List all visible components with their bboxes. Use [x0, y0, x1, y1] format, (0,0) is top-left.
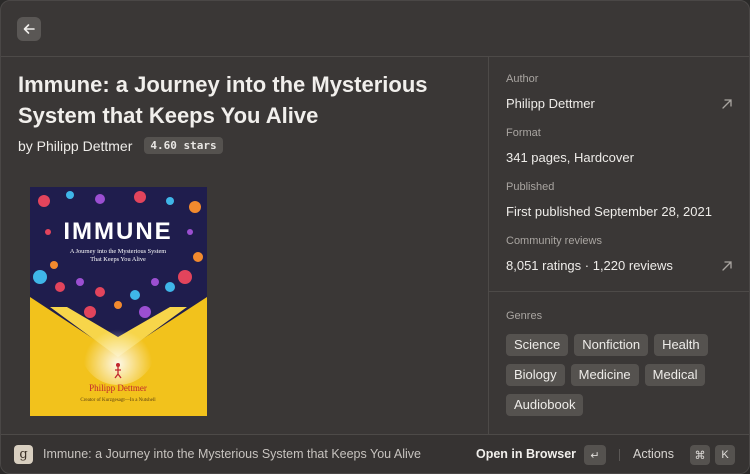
cover-art: IMMUNE A Journey into the Mysterious Sys…: [30, 187, 207, 416]
genre-list: Science Nonfiction Health Biology Medici…: [506, 334, 746, 416]
open-in-browser-button[interactable]: Open in Browser: [476, 447, 576, 461]
byline-row: by Philipp Dettmer 4.60 stars: [18, 137, 223, 154]
action-bar-title: Immune: a Journey into the Mysterious Sy…: [43, 447, 421, 461]
genre-tag: Audiobook: [506, 394, 584, 416]
reviews-value[interactable]: 8,051 ratings · 1,220 reviews: [506, 258, 673, 273]
genre-tag: Nonfiction: [574, 334, 649, 356]
genre-tag: Medicine: [570, 364, 639, 386]
command-key-hint: ⌘: [690, 445, 710, 465]
cover-tagline: Creator of Kurzgesagt—In a Nutshell: [80, 398, 156, 403]
format-value: 341 pages, Hardcover: [506, 150, 634, 165]
cover-subtitle-line1: A Journey into the Mysterious System: [70, 248, 166, 255]
genre-tag: Biology: [506, 364, 565, 386]
arrow-left-icon: [23, 24, 35, 34]
external-link-icon[interactable]: [721, 98, 733, 110]
goodreads-icon: g: [14, 445, 33, 464]
k-key-hint: K: [715, 445, 735, 465]
genre-tag: Medical: [644, 364, 706, 386]
genre-tag: Health: [654, 334, 708, 356]
rating-badge: 4.60 stars: [144, 137, 223, 154]
reviews-label: Community reviews: [506, 235, 602, 247]
enter-key-hint: ↵: [584, 445, 606, 465]
main-panel: Immune: a Journey into the Mysterious Sy…: [1, 57, 488, 434]
author-label: Author: [506, 73, 539, 85]
book-author: by Philipp Dettmer: [18, 137, 133, 154]
cover-title: IMMUNE: [63, 218, 172, 245]
metadata-sidebar: Author Philipp Dettmer Format 341 pages,…: [488, 57, 749, 434]
book-detail-window: Immune: a Journey into the Mysterious Sy…: [0, 0, 750, 474]
top-bar: [1, 1, 749, 57]
action-bar: g Immune: a Journey into the Mysterious …: [1, 434, 749, 473]
cover-subtitle-line2: That Keeps You Alive: [90, 256, 146, 263]
book-title: Immune: a Journey into the Mysterious Sy…: [18, 72, 428, 128]
genres-label: Genres: [506, 310, 543, 322]
author-value[interactable]: Philipp Dettmer: [506, 96, 595, 111]
book-cover: IMMUNE A Journey into the Mysterious Sys…: [30, 187, 207, 416]
cover-author: Philipp Dettmer: [89, 383, 147, 393]
genre-tag: Science: [506, 334, 569, 356]
action-separator: [619, 449, 620, 461]
published-value: First published September 28, 2021: [506, 204, 712, 219]
back-button[interactable]: [17, 17, 41, 41]
format-label: Format: [506, 127, 541, 139]
external-link-icon[interactable]: [721, 260, 733, 272]
sidebar-divider: [489, 291, 749, 292]
published-label: Published: [506, 181, 555, 193]
actions-button[interactable]: Actions: [633, 447, 674, 461]
